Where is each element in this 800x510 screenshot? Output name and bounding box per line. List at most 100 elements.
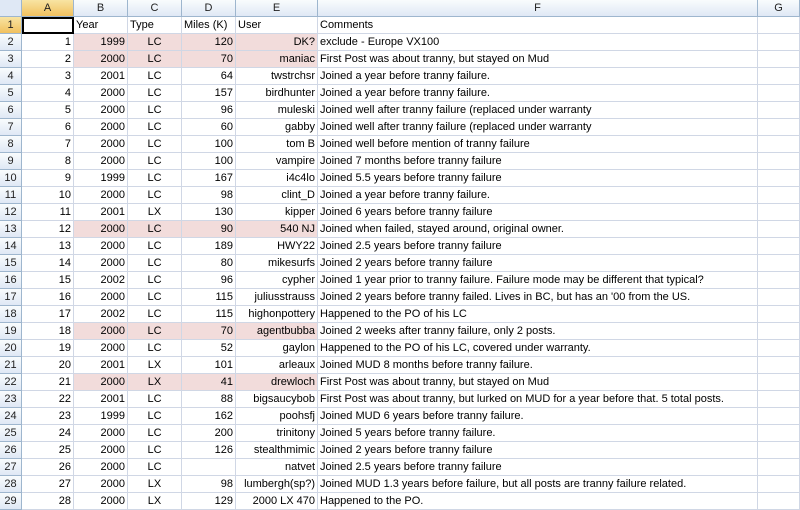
row-number[interactable]: 5 [0,85,22,102]
cell-type[interactable]: LC [128,408,182,425]
cell-index[interactable]: 20 [22,357,74,374]
row-number[interactable]: 1 [0,17,22,34]
empty-cell[interactable] [758,459,800,476]
cell-index[interactable]: 12 [22,221,74,238]
cell-year[interactable]: 2002 [74,272,128,289]
cell-year[interactable]: 2000 [74,459,128,476]
cell-user[interactable]: muleski [236,102,318,119]
cell-comments[interactable]: First Post was about tranny, but stayed … [318,374,758,391]
empty-cell[interactable] [758,85,800,102]
column-header-c[interactable]: C [128,0,182,17]
column-header-f[interactable]: F [318,0,758,17]
column-header-a[interactable]: A [22,0,74,17]
cell-type[interactable]: LX [128,493,182,510]
row-number[interactable]: 13 [0,221,22,238]
cell-type[interactable]: LC [128,85,182,102]
cell-type[interactable]: LC [128,34,182,51]
column-header-g[interactable]: G [758,0,800,17]
cell-comments[interactable]: Joined 2 years before tranny failure [318,442,758,459]
empty-cell[interactable] [758,102,800,119]
row-number[interactable]: 19 [0,323,22,340]
cell-comments[interactable]: Joined well before mention of tranny fai… [318,136,758,153]
cell-year[interactable]: 2002 [74,306,128,323]
column-header-d[interactable]: D [182,0,236,17]
cell-index[interactable]: 1 [22,34,74,51]
empty-cell[interactable] [758,442,800,459]
cell-user[interactable]: highonpottery [236,306,318,323]
cell-type[interactable]: LC [128,170,182,187]
cell-year[interactable]: 1999 [74,34,128,51]
row-number[interactable]: 14 [0,238,22,255]
empty-cell[interactable] [758,306,800,323]
row-number[interactable]: 6 [0,102,22,119]
cell-year[interactable]: 2000 [74,493,128,510]
cell-comments[interactable]: Joined MUD 8 months before tranny failur… [318,357,758,374]
header-miles[interactable]: Miles (K) [182,17,236,34]
empty-cell[interactable] [758,119,800,136]
cell-a1-active[interactable] [22,17,74,34]
cell-year[interactable]: 2000 [74,85,128,102]
cell-index[interactable]: 19 [22,340,74,357]
cell-type[interactable]: LC [128,255,182,272]
empty-cell[interactable] [758,425,800,442]
empty-cell[interactable] [758,204,800,221]
cell-miles[interactable]: 115 [182,306,236,323]
cell-comments[interactable]: Joined a year before tranny failure. [318,85,758,102]
row-number[interactable]: 10 [0,170,22,187]
cell-comments[interactable]: Joined 5 years before tranny failure. [318,425,758,442]
cell-miles[interactable]: 41 [182,374,236,391]
cell-user[interactable]: agentbubba [236,323,318,340]
cell-year[interactable]: 2000 [74,51,128,68]
cell-user[interactable]: trinitony [236,425,318,442]
cell-year[interactable]: 2000 [74,340,128,357]
empty-cell[interactable] [758,476,800,493]
cell-type[interactable]: LX [128,476,182,493]
cell-type[interactable]: LC [128,340,182,357]
cell-type[interactable]: LC [128,153,182,170]
row-number[interactable]: 2 [0,34,22,51]
cell-index[interactable]: 3 [22,68,74,85]
cell-type[interactable]: LC [128,459,182,476]
cell-year[interactable]: 2001 [74,204,128,221]
row-number[interactable]: 29 [0,493,22,510]
cell-comments[interactable]: Joined 6 years before tranny failure [318,204,758,221]
cell-index[interactable]: 25 [22,442,74,459]
column-header-e[interactable]: E [236,0,318,17]
cell-index[interactable]: 18 [22,323,74,340]
empty-cell[interactable] [758,51,800,68]
cell-comments[interactable]: Joined well after tranny failure (replac… [318,102,758,119]
cell-miles[interactable]: 98 [182,187,236,204]
cell-miles[interactable]: 96 [182,102,236,119]
empty-cell[interactable] [758,272,800,289]
cell-type[interactable]: LC [128,323,182,340]
cell-type[interactable]: LC [128,306,182,323]
cell-comments[interactable]: Joined 7 months before tranny failure [318,153,758,170]
cell-comments[interactable]: Joined a year before tranny failure. [318,187,758,204]
empty-cell[interactable] [758,153,800,170]
empty-cell[interactable] [758,340,800,357]
cell-user[interactable]: drewloch [236,374,318,391]
cell-miles[interactable]: 100 [182,153,236,170]
cell-year[interactable]: 2000 [74,221,128,238]
empty-cell[interactable] [758,408,800,425]
row-number[interactable]: 12 [0,204,22,221]
cell-miles[interactable]: 96 [182,272,236,289]
empty-cell[interactable] [758,68,800,85]
cell-miles[interactable]: 167 [182,170,236,187]
cell-year[interactable]: 2000 [74,323,128,340]
cell-miles[interactable]: 90 [182,221,236,238]
cell-index[interactable]: 17 [22,306,74,323]
empty-cell[interactable] [758,493,800,510]
cell-comments[interactable]: Happened to the PO of his LC, covered un… [318,340,758,357]
cell-comments[interactable]: First Post was about tranny, but stayed … [318,51,758,68]
row-number[interactable]: 17 [0,289,22,306]
cell-type[interactable]: LC [128,425,182,442]
cell-comments[interactable]: First Post was about tranny, but lurked … [318,391,758,408]
cell-year[interactable]: 2000 [74,102,128,119]
cell-miles[interactable]: 70 [182,323,236,340]
cell-index[interactable]: 7 [22,136,74,153]
cell-comments[interactable]: Joined well after tranny failure (replac… [318,119,758,136]
cell-user[interactable]: arleaux [236,357,318,374]
cell-index[interactable]: 14 [22,255,74,272]
cell-index[interactable]: 27 [22,476,74,493]
